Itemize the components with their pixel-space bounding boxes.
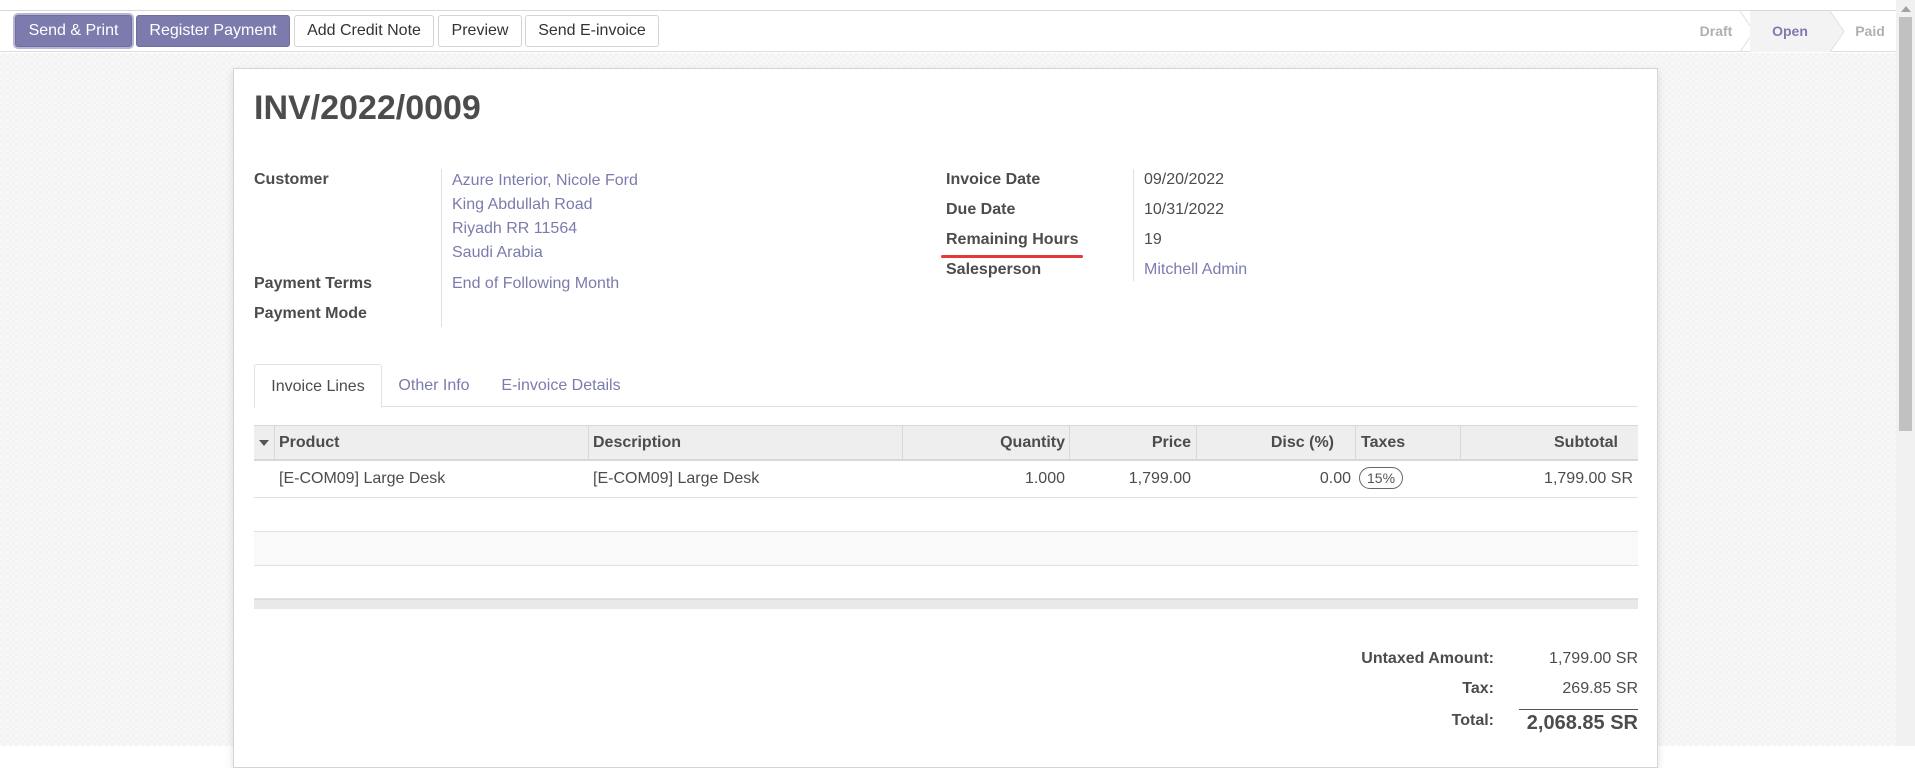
tab-other-info[interactable]: Other Info <box>382 364 486 407</box>
remaining-hours-label: Remaining Hours <box>946 231 1079 248</box>
preview-button[interactable]: Preview <box>438 15 522 47</box>
field-divider <box>1133 169 1134 281</box>
stage-paid[interactable]: Paid <box>1844 11 1896 52</box>
cell-subtotal[interactable]: 1,799.00 SR <box>1460 461 1633 497</box>
salesperson-field[interactable]: Mitchell Admin <box>1144 261 1247 279</box>
invoice-date-label: Invoice Date <box>946 171 1041 188</box>
salesperson-label: Salesperson <box>946 261 1042 278</box>
cell-taxes[interactable]: 15% <box>1359 461 1404 497</box>
cell-description[interactable]: [E-COM09] Large Desk <box>593 461 759 497</box>
cell-product[interactable]: [E-COM09] Large Desk <box>279 461 445 497</box>
payment-terms-field[interactable]: End of Following Month <box>452 275 619 293</box>
customer-name-link[interactable]: Azure Interior, Nicole Ford <box>452 171 638 195</box>
register-payment-button[interactable]: Register Payment <box>136 15 290 47</box>
cell-price[interactable]: 1,799.00 <box>1069 461 1191 497</box>
cell-quantity[interactable]: 1.000 <box>902 461 1065 497</box>
column-subtotal[interactable]: Subtotal <box>1460 426 1618 460</box>
remaining-hours-field: 19 <box>1144 231 1162 248</box>
stage-open[interactable]: Open <box>1750 11 1830 52</box>
column-taxes[interactable]: Taxes <box>1361 426 1405 460</box>
customer-address: Azure Interior, Nicole Ford King Abdulla… <box>452 171 638 267</box>
column-separator <box>588 426 589 460</box>
payment-mode-label: Payment Mode <box>254 305 367 322</box>
invoice-date-field[interactable]: 09/20/2022 <box>1144 171 1224 189</box>
caret-down-icon[interactable] <box>259 440 269 446</box>
column-description[interactable]: Description <box>593 426 681 460</box>
scrollbar-thumb[interactable] <box>1899 17 1912 431</box>
untaxed-amount-label: Untaxed Amount: <box>1361 650 1494 667</box>
empty-row[interactable] <box>254 566 1638 599</box>
table-header: Product Description Quantity Price Disc … <box>254 425 1638 461</box>
vertical-scrollbar[interactable] <box>1896 0 1915 746</box>
payment-terms-label: Payment Terms <box>254 275 372 292</box>
tax-label: Tax: <box>1462 680 1494 697</box>
due-date-label: Due Date <box>946 201 1016 218</box>
tab-invoice-lines[interactable]: Invoice Lines <box>254 364 382 408</box>
due-date-field[interactable]: 10/31/2022 <box>1144 201 1224 219</box>
invoice-title: INV/2022/0009 <box>254 89 481 127</box>
invoice-sheet: INV/2022/0009 Customer Azure Interior, N… <box>233 68 1658 768</box>
address-line[interactable]: Saudi Arabia <box>452 243 638 267</box>
total-divider <box>1519 709 1638 710</box>
empty-row[interactable] <box>254 498 1638 532</box>
total-value: 2,068.85 SR <box>1526 712 1638 734</box>
cell-discount[interactable]: 0.00 <box>1196 461 1351 497</box>
table-row[interactable]: [E-COM09] Large Desk [E-COM09] Large Des… <box>254 461 1638 498</box>
top-border <box>0 0 1896 11</box>
field-divider <box>441 169 442 327</box>
send-einvoice-button[interactable]: Send E-invoice <box>525 15 659 47</box>
tab-einvoice-details[interactable]: E-invoice Details <box>486 364 636 407</box>
add-credit-note-button[interactable]: Add Credit Note <box>294 15 434 47</box>
column-price[interactable]: Price <box>1069 426 1191 460</box>
customer-label: Customer <box>254 171 329 188</box>
column-quantity[interactable]: Quantity <box>902 426 1065 460</box>
status-bar: Draft Open Paid <box>1680 11 1896 52</box>
untaxed-amount-value: 1,799.00 SR <box>1549 650 1638 667</box>
empty-row[interactable] <box>254 532 1638 566</box>
column-separator <box>274 426 275 460</box>
tax-badge: 15% <box>1359 467 1404 489</box>
control-panel: Send & Print Register Payment Add Credit… <box>0 11 1896 52</box>
column-discount[interactable]: Disc (%) <box>1196 426 1334 460</box>
highlight-underline <box>941 255 1083 258</box>
address-line[interactable]: Riyadh RR 11564 <box>452 219 638 243</box>
notebook-tabs: Invoice Lines Other Info E-invoice Detai… <box>254 364 1638 408</box>
table-footer <box>254 599 1638 609</box>
column-separator <box>1355 426 1356 460</box>
tax-value: 269.85 SR <box>1562 680 1638 697</box>
column-product[interactable]: Product <box>279 426 339 460</box>
address-line[interactable]: King Abdullah Road <box>452 195 638 219</box>
send-print-button[interactable]: Send & Print <box>15 15 132 47</box>
scroll-up-icon[interactable] <box>1901 6 1911 12</box>
